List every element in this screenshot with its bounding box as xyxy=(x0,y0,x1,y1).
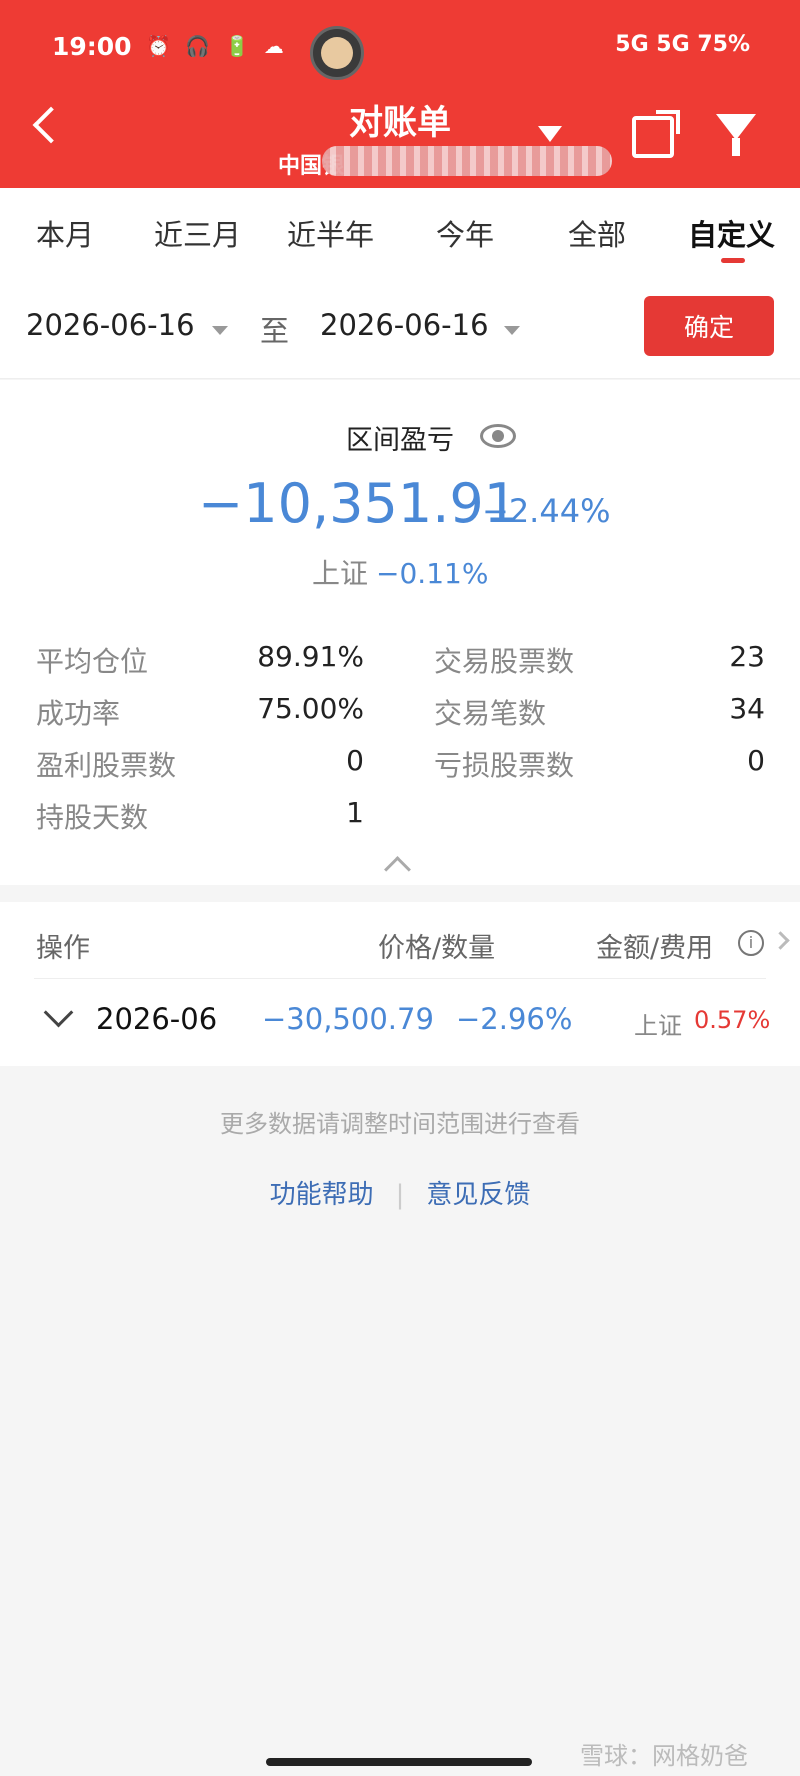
date-range-row: 2026-06-16 至 2026-06-16 确定 xyxy=(0,284,800,379)
end-date-picker[interactable]: 2026-06-16 xyxy=(320,308,489,342)
floating-app-avatar[interactable] xyxy=(310,26,364,80)
help-link[interactable]: 功能帮助 xyxy=(270,1180,374,1210)
status-time: 19:00 xyxy=(52,32,132,61)
header-price-qty: 价格/数量 xyxy=(378,933,496,964)
more-data-note: 更多数据请调整时间范围进行查看 xyxy=(220,1110,580,1138)
period-profit-percent: −2.44% xyxy=(482,492,611,530)
index-name: 上证 xyxy=(312,557,369,590)
link-separator: | xyxy=(395,1180,405,1210)
tab-custom[interactable]: 自定义 xyxy=(688,212,775,254)
status-right: 5G 5G 75% xyxy=(615,32,750,57)
trade-count-value: 34 xyxy=(729,692,765,725)
profit-stocks-value: 0 xyxy=(346,744,364,777)
traded-stocks-label: 交易股票数 xyxy=(434,645,575,678)
footer-links: 功能帮助 | 意见反馈 xyxy=(0,1174,800,1211)
avg-position-value: 89.91% xyxy=(257,640,364,673)
account-dropdown-icon[interactable] xyxy=(538,126,562,142)
tab-all[interactable]: 全部 xyxy=(568,212,626,254)
feedback-link[interactable]: 意见反馈 xyxy=(426,1180,530,1210)
row-index-name: 上证 xyxy=(634,1012,682,1040)
start-date-caret-icon[interactable] xyxy=(212,326,228,335)
date-range-separator: 至 xyxy=(260,314,290,348)
tab-half-year[interactable]: 近半年 xyxy=(287,212,374,254)
tab-this-year[interactable]: 今年 xyxy=(436,212,494,254)
period-tabs: 本月 近三月 近半年 今年 全部 自定义 xyxy=(0,188,800,284)
expand-chevron-icon[interactable] xyxy=(43,997,74,1028)
redacted-account xyxy=(322,146,612,176)
confirm-button[interactable]: 确定 xyxy=(644,296,774,356)
row-month[interactable]: 2026-06 xyxy=(96,1002,217,1036)
success-rate-label: 成功率 xyxy=(36,697,121,730)
avatar-image xyxy=(321,37,353,69)
avg-position-label: 平均仓位 xyxy=(36,645,149,678)
profit-stocks-label: 盈利股票数 xyxy=(36,749,177,782)
traded-stocks-value: 23 xyxy=(729,640,765,673)
success-rate-value: 75.00% xyxy=(257,692,364,725)
end-date-caret-icon[interactable] xyxy=(504,326,520,335)
tab-this-month[interactable]: 本月 xyxy=(36,212,94,254)
holding-days-value: 1 xyxy=(346,796,364,829)
header-divider xyxy=(34,978,766,979)
loss-stocks-value: 0 xyxy=(747,744,765,777)
eye-pupil xyxy=(492,430,504,442)
profit-summary: 区间盈亏 −10,351.91 −2.44% 上证 −0.11% 平均仓位 89.… xyxy=(0,380,800,885)
watermark: 雪球：网格奶爸 xyxy=(580,1742,748,1770)
filter-icon[interactable] xyxy=(716,114,756,156)
collapse-chevron-icon[interactable] xyxy=(384,856,411,883)
battery-level: 75% xyxy=(697,32,750,57)
status-left-icons: ⏰ 🎧 🔋 ☁ xyxy=(146,34,288,58)
summary-label: 区间盈亏 xyxy=(346,425,454,456)
index-percent: −0.11% xyxy=(376,557,489,590)
status-bar: 19:00 ⏰ 🎧 🔋 ☁ 5G 5G 75% xyxy=(0,26,800,80)
row-index-percent: 0.57% xyxy=(694,1006,771,1034)
tab-three-months[interactable]: 近三月 xyxy=(154,212,241,254)
index-compare: 上证 −0.11% xyxy=(312,552,488,592)
home-indicator[interactable] xyxy=(266,1758,532,1766)
start-date-picker[interactable]: 2026-06-16 xyxy=(26,308,195,342)
header-operation: 操作 xyxy=(36,933,90,964)
info-icon[interactable]: i xyxy=(738,930,764,956)
loss-stocks-label: 亏损股票数 xyxy=(434,749,575,782)
trade-count-label: 交易笔数 xyxy=(434,697,547,730)
page-title: 对账单 xyxy=(349,103,451,143)
app-header: 19:00 ⏰ 🎧 🔋 ☁ 5G 5G 75% 对账单 中国银 xyxy=(0,0,800,188)
eye-icon[interactable] xyxy=(480,424,516,448)
scroll-right-icon[interactable] xyxy=(771,931,790,950)
statement-table: 操作 价格/数量 金额/费用 i 2026-06 −30,500.79 −2.9… xyxy=(0,902,800,1066)
row-percent: −2.96% xyxy=(456,1002,573,1036)
period-profit-value: −10,351.91 xyxy=(198,472,519,535)
share-icon[interactable] xyxy=(632,110,680,158)
active-tab-indicator xyxy=(721,258,745,263)
row-amount: −30,500.79 xyxy=(262,1002,434,1036)
network-icons: 5G 5G xyxy=(615,32,690,57)
header-amount-fee: 金额/费用 xyxy=(596,933,714,964)
holding-days-label: 持股天数 xyxy=(36,801,149,834)
